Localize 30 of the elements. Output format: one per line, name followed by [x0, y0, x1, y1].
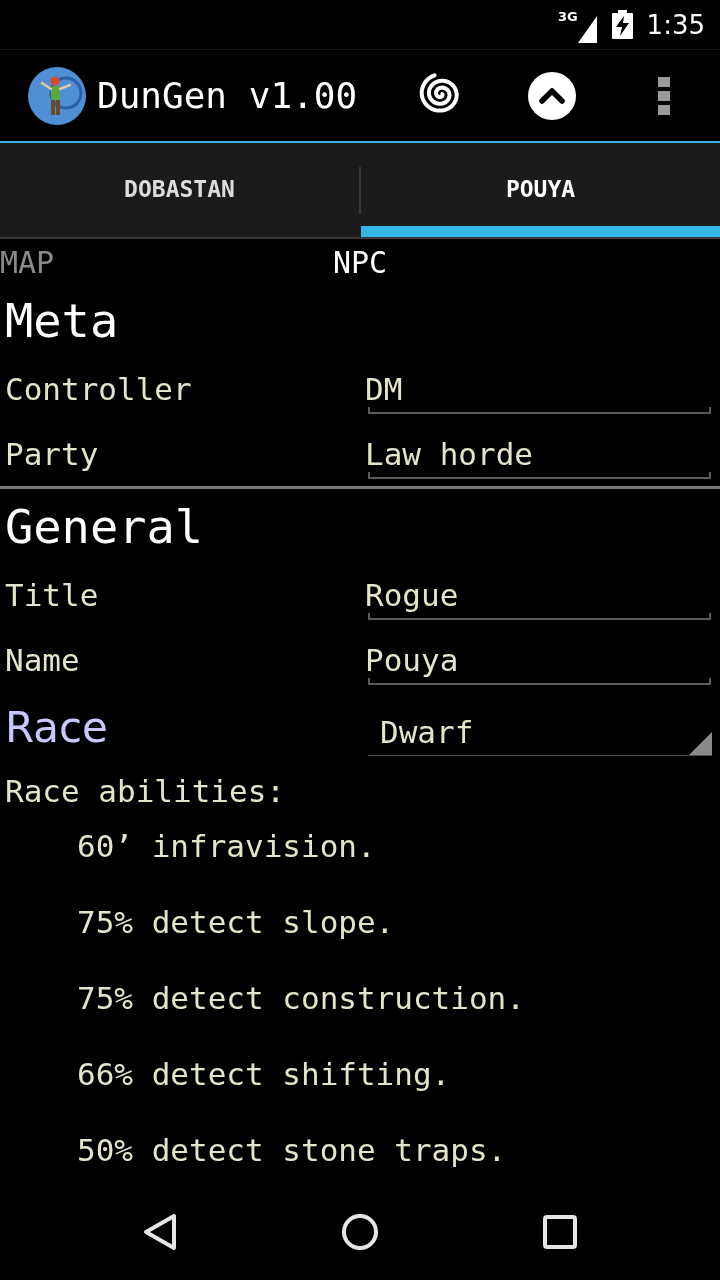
field-label: Controller	[5, 370, 193, 409]
dropdown-corner-icon	[689, 732, 712, 755]
ability-text: 75% detect construction.	[77, 979, 526, 1018]
field-label: Race	[5, 703, 109, 753]
tab[interactable]: POUYA	[361, 143, 720, 237]
clock-time: 1:35	[646, 9, 705, 40]
chevron-up-icon	[528, 71, 576, 120]
network-type-label: 3G	[557, 10, 578, 24]
app-icon	[28, 66, 86, 125]
ability-text: 50% detect stone traps.	[77, 1131, 508, 1170]
ability-text: 75% detect slope.	[77, 903, 396, 942]
signal-icon	[577, 16, 597, 43]
abilities-label: Race abilities:	[5, 772, 286, 811]
field-label: Title	[5, 576, 100, 615]
ability-text: 60’ infravision.	[77, 827, 377, 866]
menu-icon	[658, 76, 670, 115]
tab[interactable]: DOBASTAN	[0, 143, 359, 237]
section-heading: General	[5, 498, 205, 556]
section-heading: Meta	[5, 292, 120, 350]
battery-charging-icon	[611, 10, 633, 39]
home-icon	[342, 1214, 378, 1250]
pager-title[interactable]: NPC	[332, 243, 388, 283]
field-label: Name	[5, 641, 81, 680]
app-title: DunGen v1.00	[97, 75, 359, 116]
ability-text: 66% detect shifting.	[77, 1055, 452, 1094]
back-icon	[143, 1213, 177, 1251]
dropdown[interactable]: Dwarf	[368, 708, 712, 756]
field-label: Party	[5, 435, 100, 474]
pager-title[interactable]: MAP	[0, 243, 55, 283]
recents-icon	[543, 1215, 577, 1249]
